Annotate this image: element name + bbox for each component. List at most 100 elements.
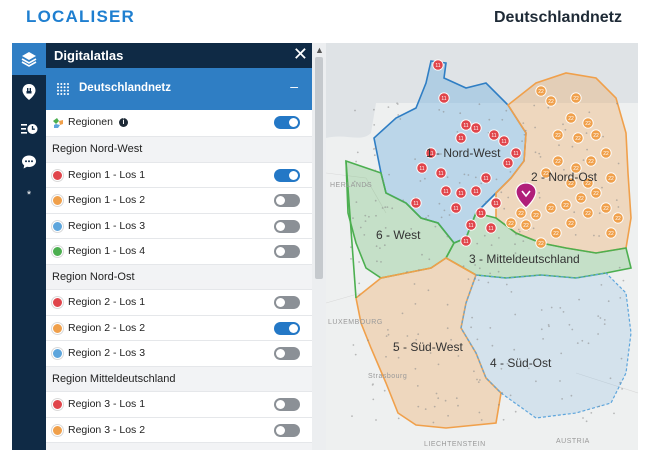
charging-site-marker[interactable]: 22 [565, 217, 577, 229]
charging-site-marker[interactable]: 11 [498, 135, 510, 147]
location-plug-icon [22, 84, 36, 100]
charging-site-marker[interactable]: 22 [572, 132, 584, 144]
regions-toggle[interactable] [274, 116, 300, 129]
svg-text:22: 22 [533, 213, 539, 219]
svg-text:22: 22 [608, 176, 614, 182]
charging-site-marker[interactable]: 22 [605, 227, 617, 239]
lot-row[interactable]: Region 1 - Los 4 [46, 239, 312, 265]
section-label: Region Mitteldeutschland [52, 372, 176, 385]
lot-toggle[interactable] [274, 168, 300, 182]
charging-site-marker[interactable]: 11 [475, 207, 487, 219]
charging-site-marker[interactable]: 11 [485, 222, 497, 234]
network-header[interactable]: Deutschlandnetz – [46, 68, 312, 110]
charging-site-marker[interactable]: 22 [552, 155, 564, 167]
svg-text:22: 22 [593, 191, 599, 197]
lot-row[interactable]: Region 2 - Los 2 [46, 315, 312, 341]
panel-scrollbar[interactable]: ▲ [312, 43, 326, 450]
lot-toggle[interactable] [274, 219, 300, 233]
lot-toggle[interactable] [274, 423, 300, 437]
svg-text:22: 22 [608, 231, 614, 237]
charging-site-marker[interactable]: 22 [590, 129, 602, 141]
charging-site-marker[interactable]: 11 [490, 197, 502, 209]
charging-site-marker[interactable]: 22 [600, 147, 612, 159]
germany-map[interactable]: 11 11 11 11 11 11 11 11 11 11 11 11 11 11 11 11 11 11 11 11… [326, 43, 638, 450]
layers-button[interactable] [12, 43, 46, 75]
lot-toggle[interactable] [274, 347, 300, 360]
svg-text:11: 11 [413, 201, 418, 207]
asterisk-button[interactable]: * [12, 179, 46, 211]
charging-site-marker[interactable]: 11 [510, 147, 522, 159]
charging-site-marker[interactable]: 11 [470, 185, 482, 197]
charging-station-button[interactable] [12, 76, 46, 108]
lot-row[interactable]: Region 1 - Los 1 [46, 162, 312, 188]
charging-site-marker[interactable]: 22 [605, 172, 617, 184]
lot-list: Regionen i Region Nord-West Region 1 - Lo… [46, 110, 312, 443]
lot-row[interactable]: Region 1 - Los 2 [46, 188, 312, 214]
charging-site-marker[interactable]: 22 [582, 207, 594, 219]
charging-site-marker[interactable]: 11 [460, 235, 472, 247]
charging-site-marker[interactable]: 22 [545, 202, 557, 214]
lot-row[interactable]: Region 3 - Los 1 [46, 392, 312, 418]
charging-site-marker[interactable]: 11 [438, 92, 450, 104]
lot-row[interactable]: Region 2 - Los 1 [46, 290, 312, 316]
charging-site-marker[interactable]: 22 [552, 129, 564, 141]
charging-site-marker[interactable]: 22 [590, 187, 602, 199]
charging-site-marker[interactable]: 22 [535, 85, 547, 97]
charging-site-marker[interactable]: 22 [560, 199, 572, 211]
info-icon[interactable]: i [119, 118, 128, 127]
charging-site-marker[interactable]: 11 [450, 202, 462, 214]
close-icon[interactable]: ✕ [293, 44, 308, 64]
charging-site-marker[interactable]: 11 [480, 172, 492, 184]
svg-text:11: 11 [488, 226, 493, 232]
charging-site-marker[interactable]: 22 [585, 155, 597, 167]
charging-site-marker[interactable]: 11 [455, 132, 467, 144]
charging-site-marker[interactable]: 11 [460, 119, 472, 131]
charging-site-marker[interactable]: 11 [435, 167, 447, 179]
lot-label: Region 2 - Los 2 [68, 321, 146, 334]
lot-toggle[interactable] [274, 296, 300, 309]
charging-site-marker[interactable]: 11 [455, 187, 467, 199]
charging-site-marker[interactable]: 11 [502, 157, 514, 169]
charging-site-marker[interactable]: 22 [545, 95, 557, 107]
charging-site-marker[interactable]: 22 [520, 219, 532, 231]
lot-row[interactable]: Region 3 - Los 2 [46, 417, 312, 443]
scroll-thumb[interactable] [315, 57, 323, 279]
timeline-button[interactable] [12, 113, 46, 145]
charging-site-marker[interactable]: 22 [570, 92, 582, 104]
chat-button[interactable] [12, 146, 46, 178]
lot-toggle[interactable] [274, 321, 300, 335]
charging-site-marker[interactable]: 22 [530, 209, 542, 221]
svg-text:11: 11 [453, 206, 458, 212]
section-header: Region Nord-Ost [46, 264, 312, 290]
charging-site-marker[interactable]: 22 [505, 217, 517, 229]
charging-site-marker[interactable]: 22 [515, 207, 527, 219]
svg-text:22: 22 [603, 151, 609, 157]
charging-site-marker[interactable]: 22 [582, 117, 594, 129]
lot-row[interactable]: Region 2 - Los 3 [46, 341, 312, 367]
lot-label: Region 1 - Los 3 [68, 219, 146, 232]
svg-text:22: 22 [523, 223, 529, 229]
scroll-up-icon[interactable]: ▲ [315, 45, 324, 55]
localiser-logo[interactable]: LOCALISER [26, 7, 135, 27]
charging-site-marker[interactable]: 11 [488, 129, 500, 141]
collapse-icon[interactable]: – [290, 78, 298, 94]
charging-site-marker[interactable]: 11 [465, 219, 477, 231]
svg-text:22: 22 [563, 203, 569, 209]
lot-toggle[interactable] [274, 194, 300, 207]
lot-toggle[interactable] [274, 245, 300, 258]
lot-row[interactable]: Region 1 - Los 3 [46, 213, 312, 239]
charging-site-marker[interactable]: 11 [470, 122, 482, 134]
charging-site-marker[interactable]: 11 [410, 197, 422, 209]
charging-site-marker[interactable]: 11 [432, 59, 444, 71]
charging-site-marker[interactable]: 22 [550, 227, 562, 239]
charging-site-marker[interactable]: 22 [612, 212, 624, 224]
charging-site-marker[interactable]: 11 [440, 185, 452, 197]
lot-label: Region 1 - Los 2 [68, 194, 146, 206]
lot-toggle[interactable] [274, 398, 300, 411]
charging-site-marker[interactable]: 22 [575, 192, 587, 204]
charging-site-marker[interactable]: 11 [416, 162, 428, 174]
charging-site-marker[interactable]: 22 [600, 202, 612, 214]
section-header: Region Nord-West [46, 137, 312, 163]
charging-site-marker[interactable]: 22 [565, 112, 577, 124]
charging-site-marker[interactable]: 22 [535, 237, 547, 249]
